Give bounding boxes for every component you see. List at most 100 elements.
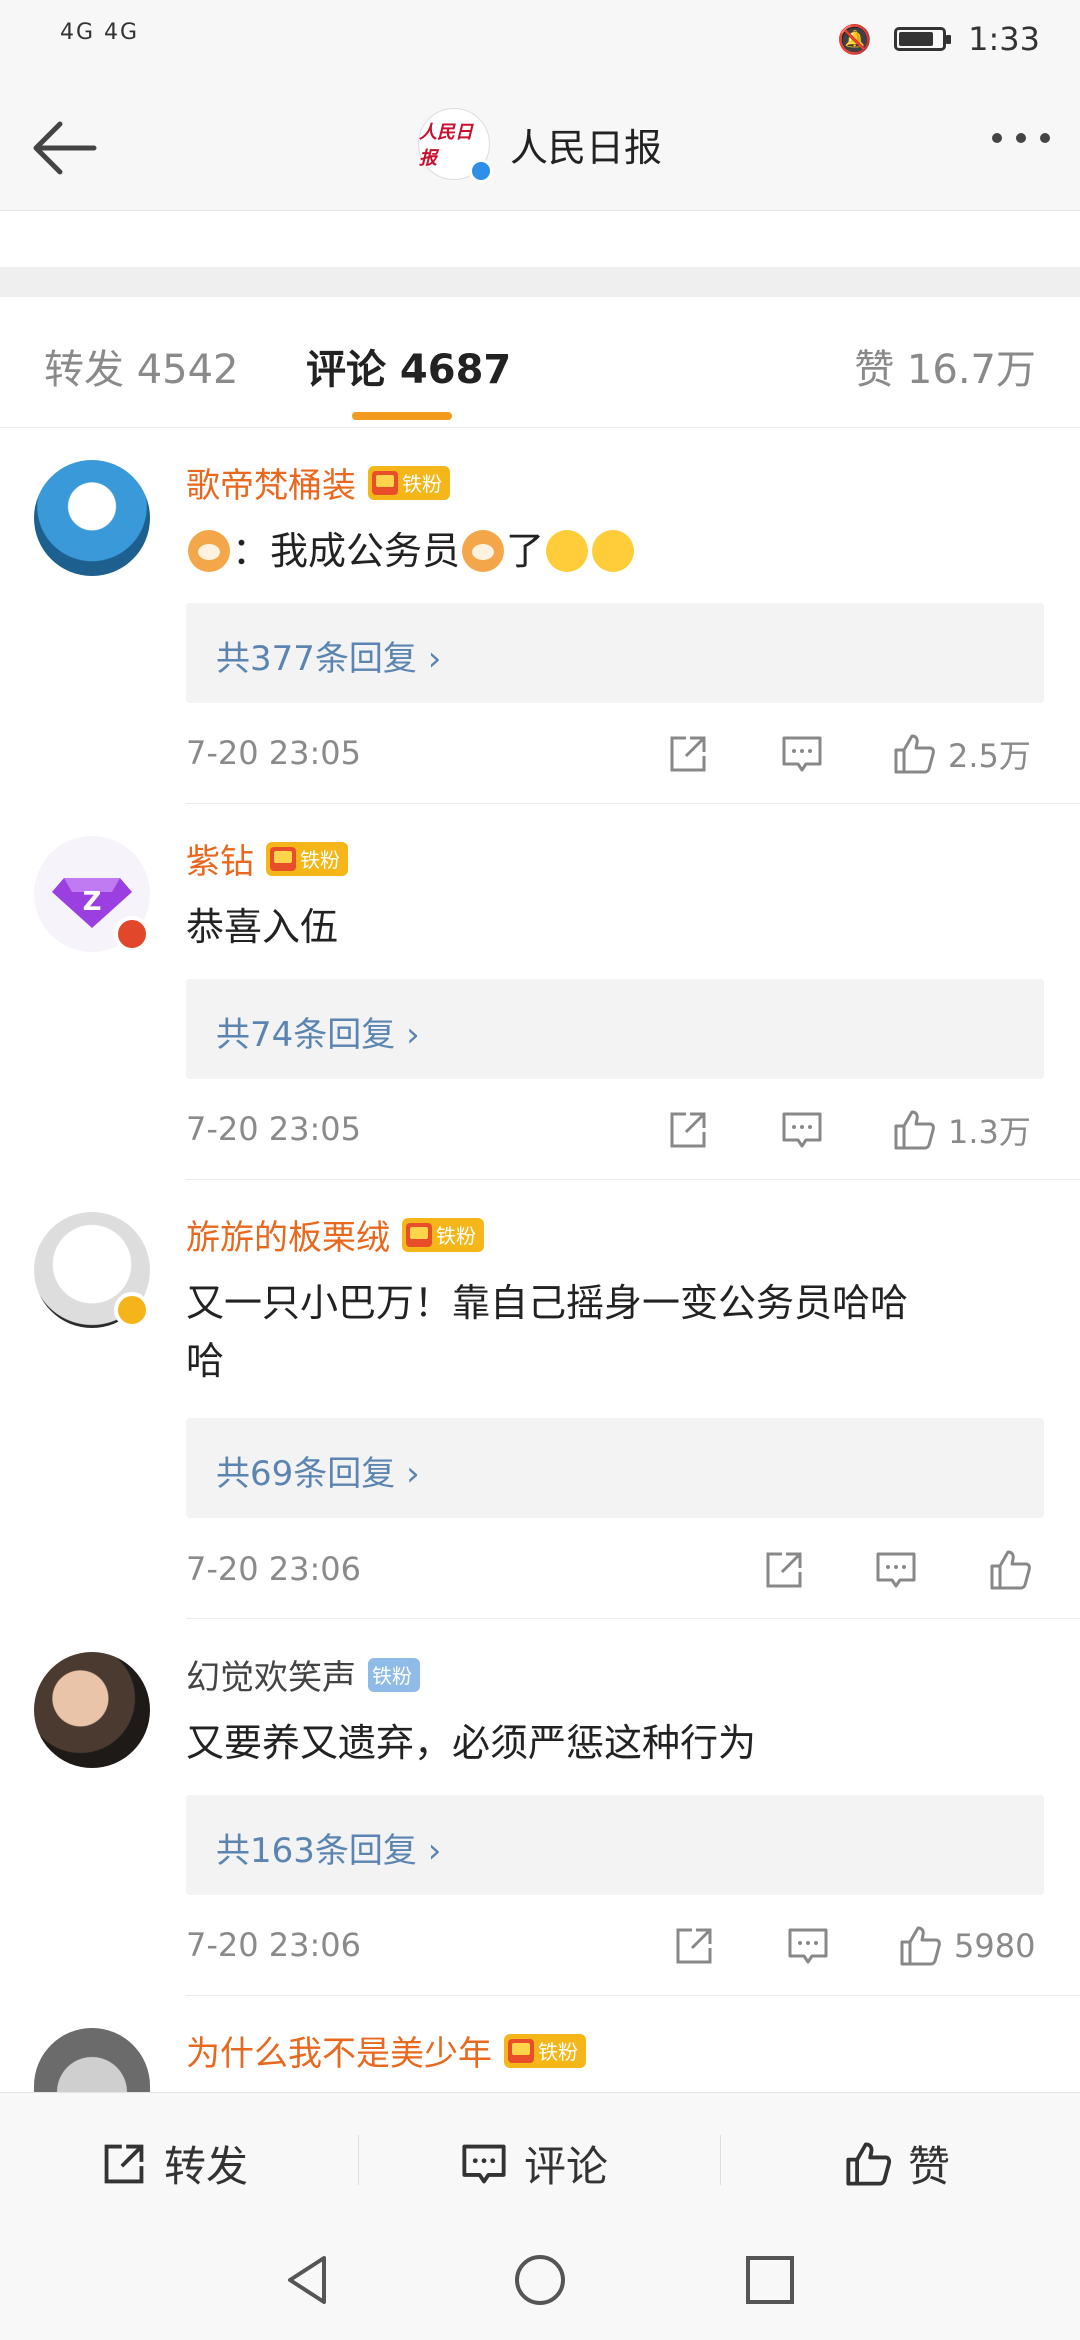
commenter-name[interactable]: 旂旂的板栗绒 [186, 1210, 390, 1259]
repost-action[interactable] [666, 732, 710, 776]
account-avatar[interactable]: 人民日报 [418, 108, 493, 183]
dog-emoji-icon [462, 529, 505, 572]
verified-badge-icon [114, 1292, 150, 1328]
nav-back-icon[interactable] [280, 2252, 336, 2308]
share-icon [104, 2144, 144, 2183]
comment-timestamp: 7-20 23:05 [186, 1110, 362, 1148]
comment-timestamp: 7-20 23:06 [186, 1550, 362, 1588]
crown-icon [508, 2038, 534, 2063]
like-action[interactable]: 5980 [898, 1924, 1035, 1968]
bottom-action-bar: 转发 评论 赞 [0, 2092, 1080, 2223]
crown-icon [270, 846, 296, 871]
comment-text: 又一只小巴万！靠自己摇身一变公务员哈哈 哈 [186, 1281, 909, 1383]
comment-icon [788, 1928, 828, 1964]
verified-icon [469, 159, 493, 183]
tab-comments[interactable]: 评论 4687 [306, 337, 511, 395]
fan-badge: 铁粉 [402, 1217, 484, 1252]
like-button[interactable]: 赞 [844, 2133, 950, 2194]
reply-count: 共377条回复 › [216, 639, 442, 679]
tab-repost[interactable]: 转发 4542 [44, 337, 239, 395]
like-action[interactable]: 1.3万 [892, 1108, 1031, 1152]
thumbs-up-icon [900, 1926, 941, 1966]
commenter-name[interactable]: 紫钻 [186, 834, 254, 883]
repost-action[interactable] [666, 1108, 710, 1152]
commenter-name[interactable]: 歌帝梵桶装 [186, 458, 356, 507]
comment-divider [186, 1618, 1080, 1619]
reply-thread-link[interactable]: 共74条回复 › [186, 979, 1044, 1079]
avatar[interactable] [34, 1652, 150, 1768]
interaction-tabs: 转发 4542 评论 4687 赞 16.7万 [0, 297, 1080, 428]
tab-likes[interactable]: 赞 16.7万 [854, 337, 1036, 395]
fan-badge: 铁粉 [368, 465, 450, 500]
comment-timestamp: 7-20 23:06 [186, 1926, 362, 1964]
active-tab-indicator [352, 412, 452, 420]
repost-button[interactable]: 转发 [100, 2133, 248, 2194]
comment-button[interactable]: 评论 [460, 2133, 608, 2194]
thumbs-up-icon [846, 2141, 892, 2186]
clock: 1:33 [968, 20, 1040, 58]
reply-count: 共74条回复 › [216, 1015, 420, 1055]
reply-thread-link[interactable]: 共377条回复 › [186, 603, 1044, 703]
svg-text:Z: Z [83, 887, 102, 917]
post-area-spacer [0, 211, 1080, 267]
thumbs-up-icon [990, 1550, 1031, 1590]
shy-emoji-icon [592, 529, 635, 572]
comment-divider [186, 1995, 1080, 1996]
share-icon [670, 1112, 706, 1148]
status-bar: 4G 4G 🔕 1:33 [0, 0, 1080, 78]
reply-thread-link[interactable]: 共163条回复 › [186, 1795, 1044, 1895]
comment-timestamp: 7-20 23:05 [186, 734, 362, 772]
thumbs-up-icon [894, 1110, 935, 1150]
repost-action[interactable] [672, 1924, 716, 1968]
comment-divider [186, 1179, 1080, 1180]
like-count: 5980 [954, 1927, 1036, 1965]
like-count: 2.5万 [948, 737, 1031, 775]
verified-badge-icon [114, 916, 150, 952]
like-count: 1.3万 [948, 1113, 1031, 1151]
account-title[interactable]: 人民日报 人民日报 [418, 106, 663, 183]
like-action[interactable]: 2.5万 [892, 732, 1031, 776]
page-title: 人民日报 [510, 125, 663, 170]
avatar[interactable] [34, 460, 150, 576]
fan-badge: 铁粉 [266, 841, 348, 876]
comment-divider [186, 803, 1080, 804]
back-arrow-icon[interactable] [24, 108, 104, 188]
comment-icon [876, 1552, 916, 1588]
share-icon [670, 736, 706, 772]
reply-thread-link[interactable]: 共69条回复 › [186, 1418, 1044, 1518]
commenter-name[interactable]: 为什么我不是美少年 [186, 2026, 492, 2075]
bottom-bar-separator [358, 2135, 359, 2185]
nav-recents-icon[interactable] [742, 2252, 798, 2308]
signal-indicator: 4G 4G [60, 20, 140, 45]
nav-home-icon[interactable] [512, 2252, 568, 2308]
fan-badge: 铁粉 [504, 2033, 586, 2068]
like-action[interactable] [988, 1548, 1032, 1592]
comment-action[interactable] [786, 1924, 830, 1968]
section-divider [0, 267, 1080, 297]
comment-action[interactable] [780, 732, 824, 776]
comment-action[interactable] [874, 1548, 918, 1592]
avatar[interactable] [34, 2028, 150, 2092]
comment-icon [782, 1112, 822, 1148]
comment-text: 又要养又遗弃，必须严惩这种行为 [186, 1721, 757, 1765]
comment-text: 恭喜入伍 [186, 905, 339, 949]
crown-icon [372, 470, 398, 495]
reply-count: 共69条回复 › [216, 1454, 420, 1494]
repost-action[interactable] [762, 1548, 806, 1592]
comment-text: ：我成公务员了 [186, 522, 1046, 580]
comment-icon [462, 2144, 506, 2183]
commenter-name[interactable]: 幻觉欢笑声 [186, 1650, 356, 1699]
title-bar: 人民日报 人民日报 [0, 78, 1080, 211]
shy-emoji-icon [546, 529, 589, 572]
thumbs-up-icon [894, 734, 935, 774]
system-nav-bar [0, 2222, 1080, 2340]
fan-badge: 铁粉 [368, 1657, 420, 1692]
comment-action[interactable] [780, 1108, 824, 1152]
bottom-bar-separator [720, 2135, 721, 2185]
reply-count: 共163条回复 › [216, 1831, 442, 1871]
share-icon [766, 1552, 802, 1588]
battery-icon [894, 27, 952, 51]
mute-icon: 🔕 [837, 22, 873, 56]
more-options-icon[interactable] [992, 133, 1050, 143]
share-icon [676, 1928, 712, 1964]
